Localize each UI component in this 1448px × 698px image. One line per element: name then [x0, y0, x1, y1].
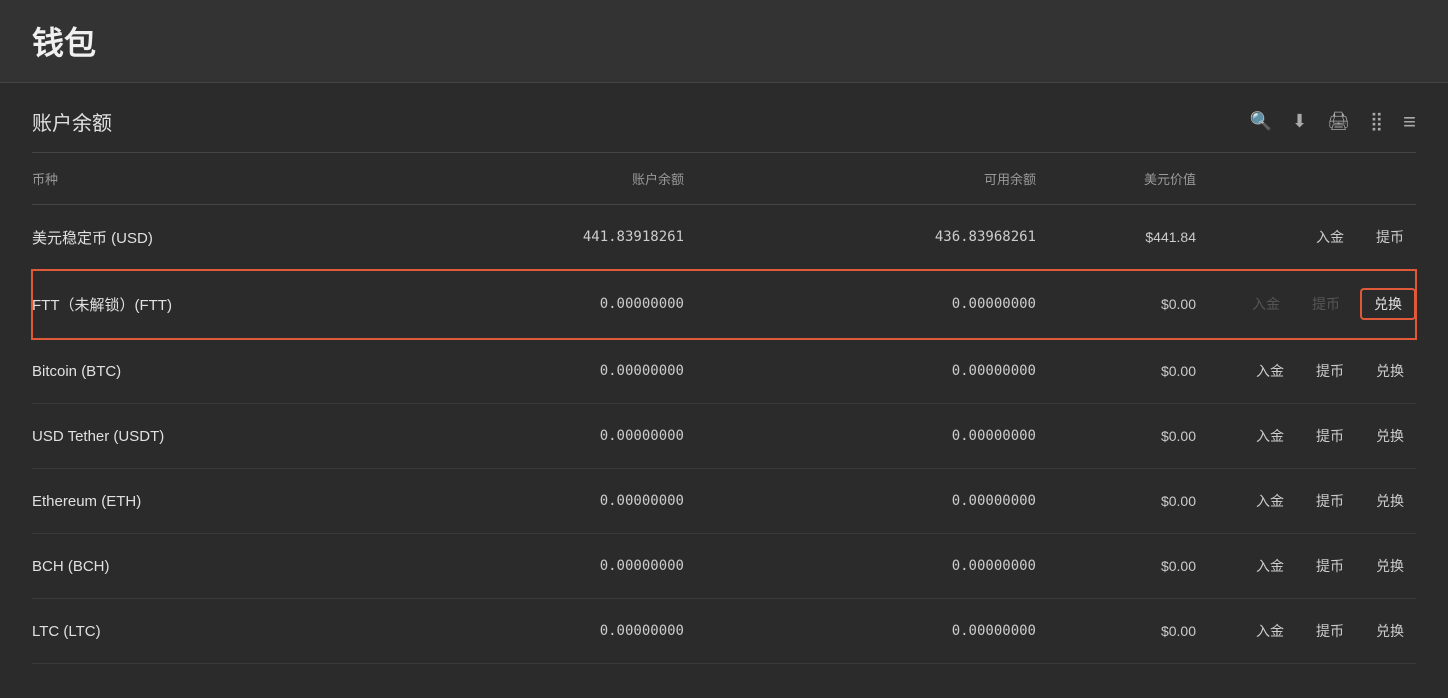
- table-row: Ethereum (ETH)0.000000000.00000000$0.00入…: [32, 469, 1416, 534]
- withdraw-button[interactable]: 提币: [1364, 223, 1416, 251]
- table-header-row: 币种 账户余额 可用余额 美元价值: [32, 153, 1416, 205]
- exchange-button[interactable]: 兑换: [1364, 422, 1416, 450]
- usd-value-cell: $0.00: [1036, 339, 1196, 404]
- available-cell: 0.00000000: [684, 270, 1036, 339]
- deposit-button[interactable]: 入金: [1304, 223, 1356, 251]
- exchange-button[interactable]: 兑换: [1364, 617, 1416, 645]
- available-cell: 0.00000000: [684, 469, 1036, 534]
- header-balance: 账户余额: [332, 153, 684, 205]
- deposit-button: 入金: [1240, 290, 1292, 318]
- table-row: LTC (LTC)0.000000000.00000000$0.00入金提币兑换: [32, 599, 1416, 664]
- actions-cell: 入金提币: [1196, 205, 1416, 270]
- deposit-button[interactable]: 入金: [1244, 617, 1296, 645]
- header-currency: 币种: [32, 153, 332, 205]
- actions-cell: 入金提币兑换: [1196, 404, 1416, 469]
- main-content: 账户余额 币种 账户余额 可用余额 美元价值 美元稳定币 (USD)441.83…: [0, 83, 1448, 664]
- section-header: 账户余额: [32, 83, 1416, 153]
- exchange-button[interactable]: 兑换: [1360, 288, 1416, 320]
- actions-cell: 入金提币兑换: [1196, 534, 1416, 599]
- page-header: 钱包: [0, 0, 1448, 83]
- withdraw-button[interactable]: 提币: [1304, 422, 1356, 450]
- balance-table: 币种 账户余额 可用余额 美元价值 美元稳定币 (USD)441.8391826…: [32, 153, 1416, 664]
- toolbar: [1250, 109, 1416, 135]
- table-row: BCH (BCH)0.000000000.00000000$0.00入金提币兑换: [32, 534, 1416, 599]
- balance-cell: 0.00000000: [332, 339, 684, 404]
- usd-value-cell: $441.84: [1036, 205, 1196, 270]
- actions-cell: 入金提币兑换: [1196, 270, 1416, 339]
- currency-cell: BCH (BCH): [32, 534, 332, 599]
- balance-cell: 0.00000000: [332, 469, 684, 534]
- currency-cell: LTC (LTC): [32, 599, 332, 664]
- actions-cell: 入金提币兑换: [1196, 339, 1416, 404]
- balance-cell: 0.00000000: [332, 404, 684, 469]
- usd-value-cell: $0.00: [1036, 469, 1196, 534]
- exchange-button[interactable]: 兑换: [1364, 487, 1416, 515]
- withdraw-button: 提币: [1300, 290, 1352, 318]
- balance-cell: 0.00000000: [332, 270, 684, 339]
- balance-cell: 441.83918261: [332, 205, 684, 270]
- currency-cell: FTT（未解锁）(FTT): [32, 270, 332, 339]
- table-row: USD Tether (USDT)0.000000000.00000000$0.…: [32, 404, 1416, 469]
- currency-cell: 美元稳定币 (USD): [32, 205, 332, 270]
- currency-cell: Bitcoin (BTC): [32, 339, 332, 404]
- download-icon[interactable]: [1292, 110, 1307, 133]
- exchange-button[interactable]: 兑换: [1364, 552, 1416, 580]
- page-title: 钱包: [32, 18, 1416, 64]
- available-cell: 436.83968261: [684, 205, 1036, 270]
- deposit-button[interactable]: 入金: [1244, 357, 1296, 385]
- usd-value-cell: $0.00: [1036, 270, 1196, 339]
- search-icon[interactable]: [1250, 110, 1272, 133]
- usd-value-cell: $0.00: [1036, 599, 1196, 664]
- usd-value-cell: $0.00: [1036, 534, 1196, 599]
- currency-cell: Ethereum (ETH): [32, 469, 332, 534]
- withdraw-button[interactable]: 提币: [1304, 487, 1356, 515]
- table-row: FTT（未解锁）(FTT)0.000000000.00000000$0.00入金…: [32, 270, 1416, 339]
- balance-cell: 0.00000000: [332, 534, 684, 599]
- print-icon[interactable]: [1327, 110, 1350, 133]
- actions-cell: 入金提币兑换: [1196, 599, 1416, 664]
- available-cell: 0.00000000: [684, 404, 1036, 469]
- currency-cell: USD Tether (USDT): [32, 404, 332, 469]
- balance-cell: 0.00000000: [332, 599, 684, 664]
- available-cell: 0.00000000: [684, 599, 1036, 664]
- header-available: 可用余额: [684, 153, 1036, 205]
- deposit-button[interactable]: 入金: [1244, 552, 1296, 580]
- withdraw-button[interactable]: 提币: [1304, 357, 1356, 385]
- available-cell: 0.00000000: [684, 339, 1036, 404]
- columns-icon[interactable]: [1370, 110, 1383, 133]
- actions-cell: 入金提币兑换: [1196, 469, 1416, 534]
- usd-value-cell: $0.00: [1036, 404, 1196, 469]
- filter-icon[interactable]: [1403, 109, 1416, 135]
- withdraw-button[interactable]: 提币: [1304, 552, 1356, 580]
- withdraw-button[interactable]: 提币: [1304, 617, 1356, 645]
- deposit-button[interactable]: 入金: [1244, 487, 1296, 515]
- header-actions: [1196, 153, 1416, 205]
- table-row: Bitcoin (BTC)0.000000000.00000000$0.00入金…: [32, 339, 1416, 404]
- deposit-button[interactable]: 入金: [1244, 422, 1296, 450]
- available-cell: 0.00000000: [684, 534, 1036, 599]
- table-row: 美元稳定币 (USD)441.83918261436.83968261$441.…: [32, 205, 1416, 270]
- header-usd: 美元价值: [1036, 153, 1196, 205]
- exchange-button[interactable]: 兑换: [1364, 357, 1416, 385]
- section-title: 账户余额: [32, 107, 112, 136]
